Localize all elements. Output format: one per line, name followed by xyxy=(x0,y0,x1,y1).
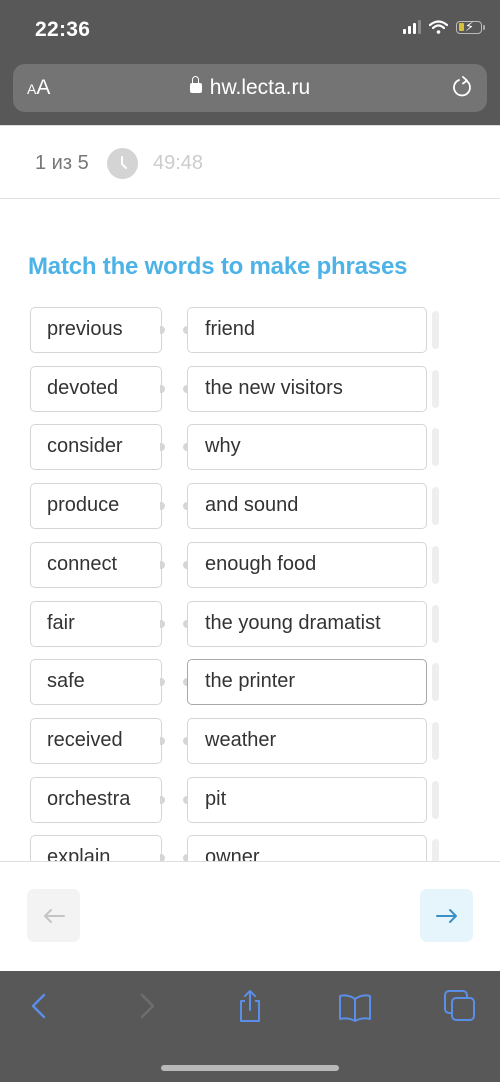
right-phrase-card[interactable]: the printer xyxy=(187,659,427,706)
cellular-signal-icon xyxy=(403,20,421,34)
forward-icon[interactable] xyxy=(130,989,164,1023)
previous-button[interactable] xyxy=(27,889,80,942)
timer: 49:48 xyxy=(153,152,204,174)
next-button[interactable] xyxy=(420,889,473,942)
match-row: orchestra pit xyxy=(0,776,500,823)
url-field[interactable]: hw.lecta.ru xyxy=(13,76,487,100)
quiz-footer xyxy=(0,861,500,972)
connector-notch-icon xyxy=(160,736,165,745)
left-word-card: devoted xyxy=(30,365,162,412)
right-phrase-card[interactable]: weather xyxy=(187,717,427,764)
connector-notch-icon xyxy=(160,384,165,393)
status-time: 22:36 xyxy=(35,18,91,41)
connector-notch-icon xyxy=(160,678,165,687)
right-phrase-card[interactable]: the new visitors xyxy=(187,365,427,412)
connector-notch-icon xyxy=(160,560,165,569)
question-counter: 1 из 5 xyxy=(35,152,89,174)
right-phrase-card[interactable]: enough food xyxy=(187,541,427,588)
share-icon[interactable] xyxy=(233,989,267,1023)
connector-notch-icon xyxy=(160,619,165,628)
match-row: received weather xyxy=(0,717,500,764)
connector-notch-icon xyxy=(160,854,165,861)
tabs-icon[interactable] xyxy=(443,989,477,1023)
address-bar[interactable]: AA hw.lecta.ru xyxy=(13,64,487,112)
match-row: connect enough food xyxy=(0,541,500,588)
drag-handle[interactable] xyxy=(432,369,439,408)
browser-chrome-top: 22:36 ⚡ AA hw.lecta.ru xyxy=(0,0,500,125)
home-indicator[interactable] xyxy=(161,1065,339,1071)
match-row: fair the young dramatist xyxy=(0,600,500,647)
left-word-card: consider xyxy=(30,424,162,471)
connector-notch-icon xyxy=(160,795,165,804)
clock-icon xyxy=(107,148,138,179)
left-word-card: orchestra xyxy=(30,776,162,823)
quiz-header: 1 из 5 49:48 xyxy=(0,125,500,199)
connector-notch-icon xyxy=(160,326,165,334)
left-word-card: connect xyxy=(30,541,162,588)
back-icon[interactable] xyxy=(22,989,56,1023)
drag-handle[interactable] xyxy=(432,311,439,349)
drag-handle[interactable] xyxy=(432,780,439,819)
right-phrase-card[interactable]: pit xyxy=(187,776,427,823)
drag-handle[interactable] xyxy=(432,487,439,526)
right-phrase-card[interactable]: why xyxy=(187,424,427,471)
right-phrase-card[interactable]: friend xyxy=(187,307,427,353)
left-word-card: produce xyxy=(30,483,162,530)
match-row: devoted the new visitors xyxy=(0,365,500,412)
battery-charging-icon: ⚡ xyxy=(456,19,485,34)
wifi-icon xyxy=(429,20,448,34)
match-row: previous friend xyxy=(0,307,500,353)
drag-handle[interactable] xyxy=(432,663,439,702)
connector-notch-icon xyxy=(160,502,165,511)
left-word-card: received xyxy=(30,717,162,764)
connector-notch-icon xyxy=(160,443,165,452)
lock-icon xyxy=(189,76,202,93)
left-word-card: safe xyxy=(30,659,162,706)
task-title: Match the words to make phrases xyxy=(28,253,408,280)
drag-handle[interactable] xyxy=(432,604,439,643)
url-text: hw.lecta.ru xyxy=(209,76,311,99)
browser-toolbar xyxy=(0,971,500,1082)
status-icons: ⚡ xyxy=(403,19,485,34)
matching-list: previous friend devoted the new visitors con… xyxy=(0,307,500,861)
drag-handle[interactable] xyxy=(432,545,439,584)
drag-handle[interactable] xyxy=(432,721,439,760)
match-row: safe the printer xyxy=(0,659,500,706)
match-row: consider why xyxy=(0,424,500,471)
right-phrase-card[interactable]: owner xyxy=(187,835,427,861)
left-word-card: fair xyxy=(30,600,162,647)
right-phrase-card[interactable]: the young dramatist xyxy=(187,600,427,647)
bookmarks-icon[interactable] xyxy=(338,989,372,1023)
drag-handle[interactable] xyxy=(432,428,439,467)
match-row: explain owner xyxy=(0,835,500,861)
left-word-card: previous xyxy=(30,307,162,353)
arrow-right-icon xyxy=(435,908,457,923)
match-row: produce and sound xyxy=(0,483,500,530)
drag-handle[interactable] xyxy=(432,839,439,861)
left-word-card: explain xyxy=(30,835,162,861)
reload-icon[interactable] xyxy=(451,76,473,98)
right-phrase-card[interactable]: and sound xyxy=(187,483,427,530)
arrow-left-icon xyxy=(43,908,65,923)
